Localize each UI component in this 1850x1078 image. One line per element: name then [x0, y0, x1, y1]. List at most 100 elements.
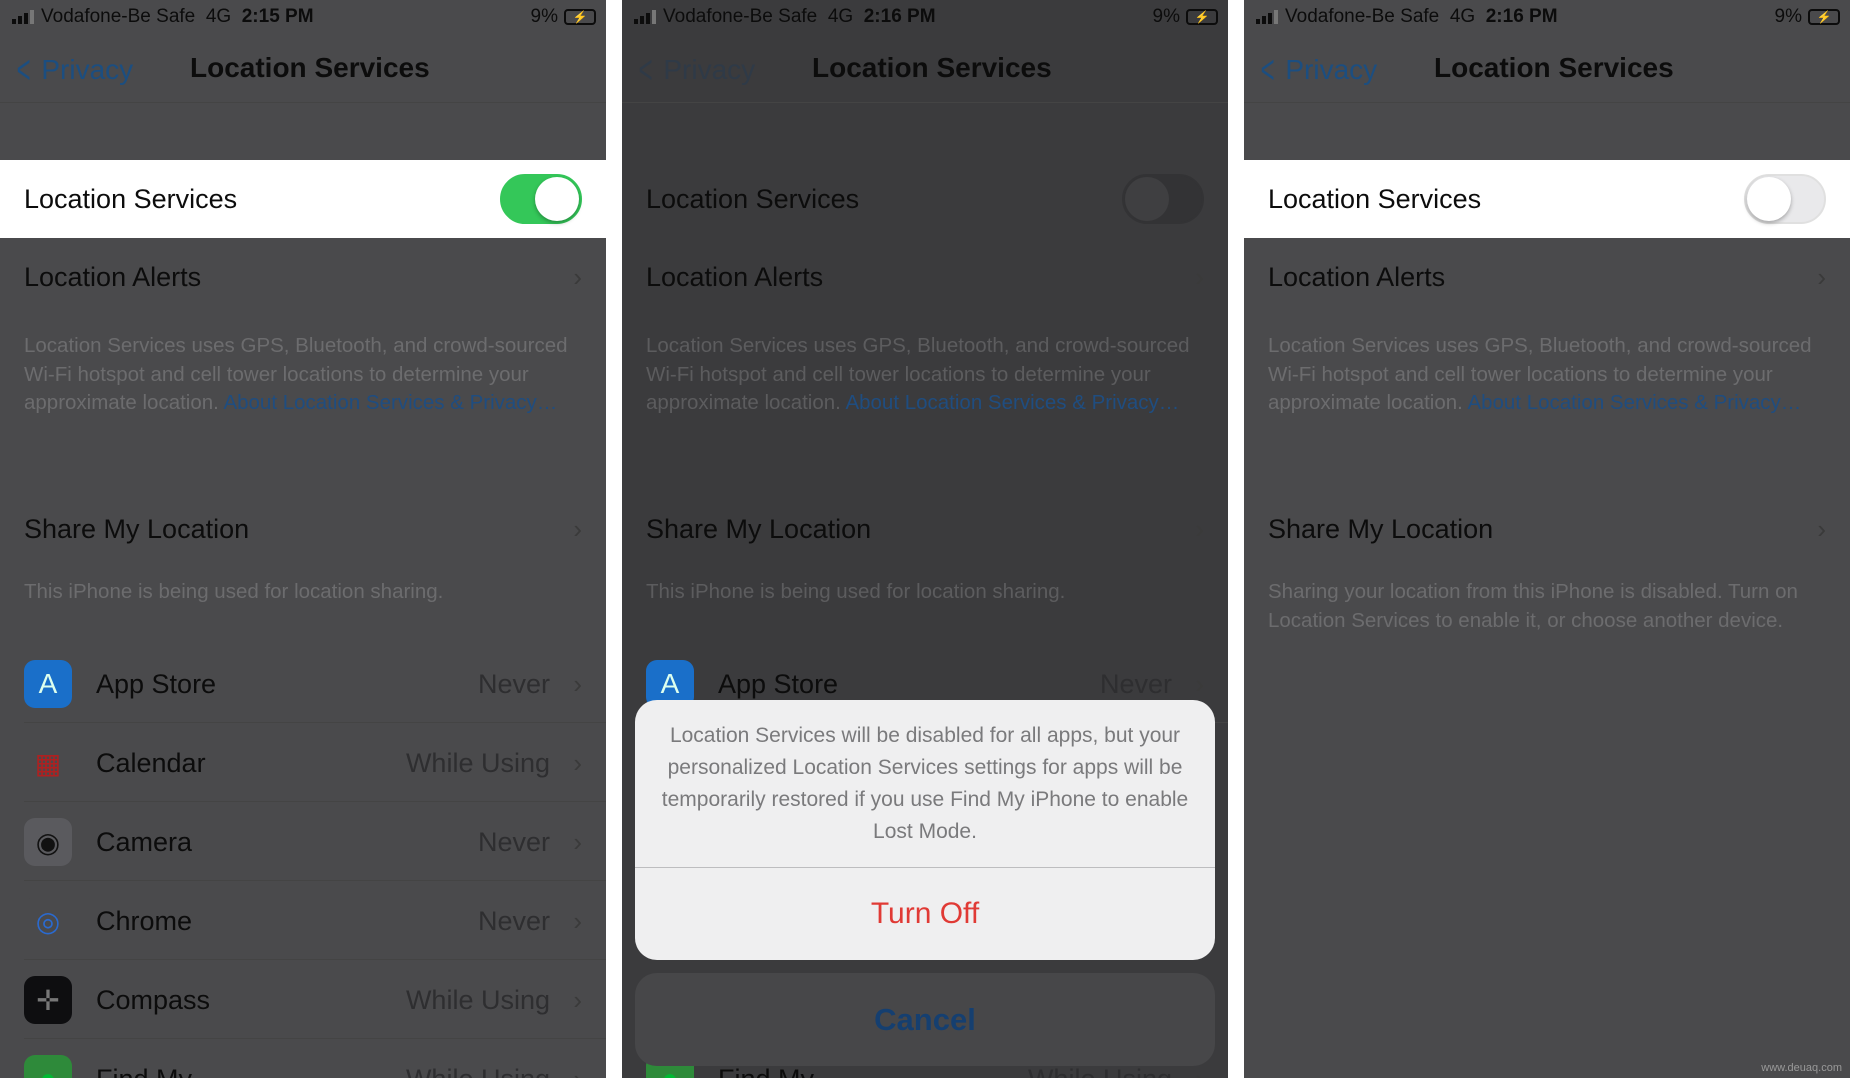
page-title: Location Services: [1434, 52, 1674, 83]
location-alerts-row[interactable]: Location Alerts ›: [1244, 238, 1850, 316]
back-label: Privacy: [1285, 54, 1378, 85]
chevron-right-icon: ›: [1195, 261, 1204, 292]
navigation-bar: < Privacy Location Services: [1244, 34, 1850, 103]
chevron-right-icon: ›: [573, 668, 582, 699]
app-row[interactable]: ◉ Camera Never ›: [0, 803, 606, 881]
app-name: Calendar: [96, 747, 206, 778]
location-services-row: Location Services: [0, 160, 606, 238]
share-my-location-row[interactable]: Share My Location ›: [1244, 490, 1850, 568]
status-bar: Vodafone-Be Safe 4G 2:16 PM 9% ⚡: [1244, 0, 1850, 34]
signal-icon: [12, 10, 34, 24]
find-my-icon: ●: [24, 1055, 72, 1078]
page-title: Location Services: [812, 52, 1052, 83]
app-name: Chrome: [96, 905, 193, 936]
share-my-location-row[interactable]: Share My Location ›: [622, 490, 1228, 568]
share-my-location-label: Share My Location: [24, 513, 250, 544]
share-my-location-label: Share My Location: [646, 513, 872, 544]
battery-charging-icon: ⚡: [1186, 9, 1218, 25]
status-bar: Vodafone-Be Safe 4G 2:15 PM 9% ⚡: [0, 0, 606, 34]
location-services-label: Location Services: [24, 183, 238, 214]
chevron-right-icon: ›: [573, 984, 582, 1015]
battery-percent: 9%: [530, 6, 558, 27]
cancel-button[interactable]: Cancel: [635, 973, 1215, 1066]
battery-charging-icon: ⚡: [1808, 9, 1840, 25]
location-alerts-label: Location Alerts: [646, 261, 824, 292]
calendar-icon: ▦: [24, 739, 72, 787]
status-bar: Vodafone-Be Safe 4G 2:16 PM 9% ⚡: [622, 0, 1228, 34]
carrier: Vodafone-Be Safe: [41, 6, 196, 27]
back-label: Privacy: [663, 54, 756, 85]
screen-3: Vodafone-Be Safe 4G 2:16 PM 9% ⚡ < Privac…: [1244, 0, 1850, 1078]
app-row[interactable]: ◎ Chrome Never ›: [0, 882, 606, 960]
page-title: Location Services: [190, 52, 430, 83]
about-location-privacy-link[interactable]: About Location Services & Privacy…: [845, 391, 1179, 414]
battery-percent: 9%: [1774, 6, 1802, 27]
chevron-right-icon: ›: [573, 826, 582, 857]
share-footer: This iPhone is being used for location s…: [646, 580, 1066, 603]
back-button[interactable]: < Privacy: [12, 50, 133, 90]
navigation-bar: < Privacy Location Services: [0, 34, 606, 103]
chevron-right-icon: ›: [573, 261, 582, 292]
location-services-row: Location Services: [622, 160, 1228, 238]
chrome-icon: ◎: [24, 897, 72, 945]
back-button[interactable]: < Privacy: [634, 50, 755, 90]
watermark: www.deuaq.com: [1761, 1062, 1842, 1074]
location-alerts-row[interactable]: Location Alerts ›: [0, 238, 606, 316]
chevron-right-icon: ›: [573, 1064, 582, 1078]
camera-icon: ◉: [24, 818, 72, 866]
chevron-left-icon: <: [16, 48, 31, 92]
chevron-left-icon: <: [1260, 48, 1275, 92]
back-button[interactable]: < Privacy: [1256, 50, 1377, 90]
location-services-toggle[interactable]: [1744, 174, 1826, 224]
location-services-footer: Location Services uses GPS, Bluetooth, a…: [24, 332, 576, 418]
location-services-toggle[interactable]: [500, 174, 582, 224]
screen-2: Vodafone-Be Safe 4G 2:16 PM 9% ⚡ < Privac…: [622, 0, 1228, 1078]
share-footer: Sharing your location from this iPhone i…: [1268, 580, 1798, 632]
about-location-privacy-link[interactable]: About Location Services & Privacy…: [223, 391, 557, 414]
location-services-toggle[interactable]: [1122, 174, 1204, 224]
network: 4G: [205, 6, 232, 27]
app-name: Compass: [96, 984, 211, 1015]
chevron-right-icon: ›: [1817, 261, 1826, 292]
carrier: Vodafone-Be Safe: [663, 6, 818, 27]
share-footer: This iPhone is being used for location s…: [24, 580, 444, 603]
chevron-right-icon: ›: [1195, 668, 1204, 699]
location-services-footer: Location Services uses GPS, Bluetooth, a…: [646, 332, 1198, 418]
location-alerts-row[interactable]: Location Alerts ›: [622, 238, 1228, 316]
signal-icon: [634, 10, 656, 24]
app-permission: Never: [477, 668, 550, 699]
about-location-privacy-link[interactable]: About Location Services & Privacy…: [1467, 391, 1801, 414]
turn-off-button[interactable]: Turn Off: [635, 868, 1215, 960]
chevron-right-icon: ›: [1817, 513, 1826, 544]
app-name: Find My: [96, 1064, 192, 1078]
chevron-right-icon: ›: [573, 747, 582, 778]
app-row[interactable]: ▦ Calendar While Using ›: [0, 724, 606, 802]
battery-percent: 9%: [1152, 6, 1180, 27]
location-services-label: Location Services: [1268, 183, 1482, 214]
chevron-right-icon: ›: [1195, 513, 1204, 544]
app-permission: Never: [477, 905, 550, 936]
network: 4G: [1449, 6, 1476, 27]
app-permission: Never: [477, 826, 550, 857]
chevron-right-icon: ›: [573, 513, 582, 544]
action-sheet-message: Location Services will be disabled for a…: [661, 724, 1189, 843]
share-my-location-row[interactable]: Share My Location ›: [0, 490, 606, 568]
location-alerts-label: Location Alerts: [1268, 261, 1446, 292]
compass-icon: ✛: [24, 976, 72, 1024]
clock: 2:16 PM: [1485, 6, 1558, 27]
chevron-left-icon: <: [638, 48, 653, 92]
location-services-footer: Location Services uses GPS, Bluetooth, a…: [1268, 332, 1820, 418]
clock: 2:16 PM: [863, 6, 936, 27]
app-row[interactable]: ✛ Compass While Using ›: [0, 961, 606, 1039]
chevron-right-icon: ›: [573, 905, 582, 936]
battery-charging-icon: ⚡: [564, 9, 596, 25]
action-sheet: Location Services will be disabled for a…: [635, 700, 1215, 960]
network: 4G: [827, 6, 854, 27]
app-permission: While Using: [406, 1064, 550, 1078]
app-permission: While Using: [405, 984, 550, 1015]
location-services-row: Location Services: [1244, 160, 1850, 238]
location-services-label: Location Services: [646, 183, 860, 214]
app-store-icon: A: [24, 660, 72, 708]
app-row[interactable]: ● Find My While Using ›: [0, 1040, 606, 1078]
app-row[interactable]: A App Store Never ›: [0, 645, 606, 723]
